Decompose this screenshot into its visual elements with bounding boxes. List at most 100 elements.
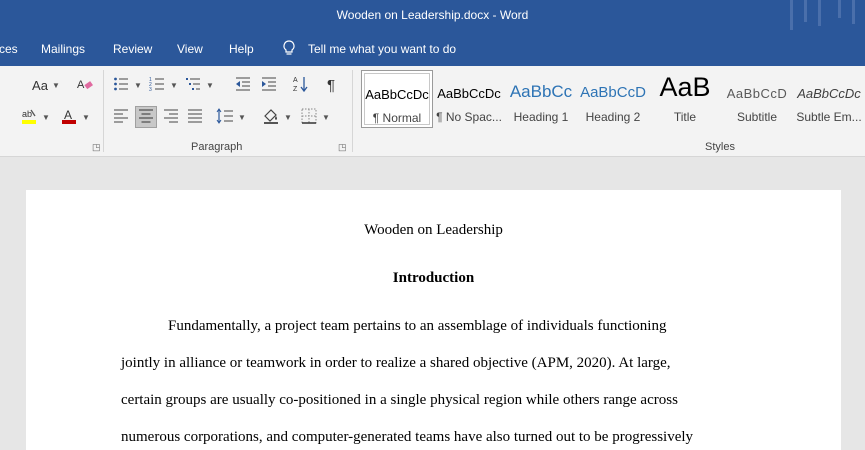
line-spacing-button[interactable] (214, 106, 236, 128)
chevron-down-icon[interactable]: ▼ (206, 81, 214, 90)
style-name: Subtitle (736, 110, 778, 124)
tell-me-search[interactable]: Tell me what you want to do (282, 39, 456, 59)
svg-text:ab: ab (22, 109, 32, 119)
styles-group-label: Styles (705, 141, 735, 153)
eraser-icon: A (77, 76, 93, 95)
chevron-down-icon[interactable]: ▼ (284, 113, 292, 122)
svg-text:A: A (64, 108, 72, 122)
decrease-indent-icon (235, 76, 251, 95)
align-center-icon (138, 109, 154, 126)
style-title[interactable]: AaB Title (649, 70, 721, 128)
numbered-list-icon: 123 (149, 76, 165, 95)
chevron-down-icon[interactable]: ▼ (82, 113, 90, 122)
style-preview: AaBbCcDc (365, 87, 429, 102)
style-heading-2[interactable]: AaBbCcD Heading 2 (577, 70, 649, 128)
document-title: Wooden on Leadership (364, 222, 503, 238)
tab-help[interactable]: Help (229, 42, 254, 56)
style-subtle-emphasis[interactable]: AaBbCcDc Subtle Em... (793, 70, 865, 128)
align-left-button[interactable] (110, 106, 132, 128)
justify-icon (187, 109, 203, 126)
shading-button[interactable] (260, 106, 282, 128)
chevron-down-icon[interactable]: ▼ (238, 113, 246, 122)
style-preview: AaB (659, 72, 711, 102)
style-name: Heading 2 (585, 110, 641, 124)
ribbon-tabs: ces Mailings Review View Help Tell me wh… (0, 32, 865, 66)
bullet-list-icon (113, 76, 129, 95)
align-right-button[interactable] (160, 106, 182, 128)
font-color-button[interactable]: A (58, 106, 80, 128)
font-color-icon: A (60, 107, 78, 128)
style-preview: AaBbCcDc (797, 86, 861, 101)
align-left-icon (113, 109, 129, 126)
title-bar-decoration (790, 0, 793, 30)
increase-indent-button[interactable] (258, 74, 280, 96)
tab-view[interactable]: View (177, 42, 203, 56)
title-bar: Wooden on Leadership.docx - Word (0, 0, 865, 32)
font-dialog-launcher-icon[interactable]: ◳ (92, 142, 101, 153)
decrease-indent-button[interactable] (232, 74, 254, 96)
style-heading-1[interactable]: AaBbCc Heading 1 (505, 70, 577, 128)
sort-button[interactable]: AZ (290, 74, 312, 96)
borders-button[interactable] (298, 106, 320, 128)
window-title: Wooden on Leadership.docx - Word (336, 8, 529, 22)
style-name: Subtle Em... (796, 110, 862, 124)
highlighter-icon: ab (20, 107, 38, 128)
justify-button[interactable] (184, 106, 206, 128)
show-formatting-marks-button[interactable]: ¶ (320, 74, 342, 96)
document-heading: Introduction (392, 270, 475, 286)
bullets-button[interactable] (110, 74, 132, 96)
paint-bucket-icon (262, 107, 280, 128)
style-normal[interactable]: AaBbCcDc ¶ Normal (361, 70, 433, 128)
chevron-down-icon[interactable]: ▼ (134, 81, 142, 90)
paragraph-line: Fundamentally, a project team pertains t… (168, 318, 667, 334)
chevron-down-icon[interactable]: ▼ (170, 81, 178, 90)
center-button[interactable] (135, 106, 157, 128)
title-bar-decoration (804, 0, 807, 22)
clear-formatting-button[interactable]: A (74, 74, 96, 96)
title-bar-decoration (838, 0, 841, 18)
style-name: Title (673, 110, 697, 124)
group-separator (103, 70, 104, 152)
style-name: Heading 1 (513, 110, 569, 124)
pilcrow-icon: ¶ (326, 76, 336, 94)
group-separator (352, 70, 353, 152)
sort-icon: AZ (293, 75, 309, 96)
lightbulb-icon (282, 39, 296, 59)
style-preview: AaBbCcD (726, 86, 788, 101)
numbering-button[interactable]: 123 (146, 74, 168, 96)
title-bar-decoration (818, 0, 821, 26)
increase-indent-icon (261, 76, 277, 95)
paragraph-line: jointly in alliance or teamwork in order… (121, 355, 671, 371)
chevron-down-icon[interactable]: ▼ (52, 81, 60, 90)
tab-mailings[interactable]: Mailings (41, 42, 85, 56)
style-name: ¶ No Spac... (436, 110, 502, 124)
svg-text:Z: Z (293, 86, 298, 93)
svg-text:A: A (293, 77, 298, 84)
svg-text:3: 3 (149, 87, 152, 92)
title-bar-decoration (852, 0, 855, 24)
chevron-down-icon[interactable]: ▼ (42, 113, 50, 122)
style-preview: AaBbCc (509, 82, 573, 101)
style-subtitle[interactable]: AaBbCcD Subtitle (721, 70, 793, 128)
svg-text:A: A (77, 79, 85, 91)
style-no-spacing[interactable]: AaBbCcDc ¶ No Spac... (433, 70, 505, 128)
paragraph-group-label: Paragraph (191, 141, 243, 153)
borders-icon (301, 108, 317, 127)
chevron-down-icon[interactable]: ▼ (322, 113, 330, 122)
ribbon: Aa ▼ A ab ▼ A ▼ ▼ 123 ▼ ▼ A Z ¶ ▼ ▼ ▼ Pa… (0, 66, 865, 157)
style-preview: AaBbCcD (580, 84, 646, 101)
tell-me-text: Tell me what you want to do (308, 42, 457, 56)
style-name: ¶ Normal (372, 111, 422, 125)
tab-review[interactable]: Review (113, 42, 152, 56)
multilevel-list-button[interactable] (182, 74, 204, 96)
multilevel-list-icon (185, 76, 201, 95)
text-highlight-button[interactable]: ab (18, 106, 40, 128)
document-page[interactable]: Wooden on Leadership Introduction Fundam… (26, 190, 841, 450)
paragraph-line: numerous corporations, and computer-gene… (121, 429, 694, 445)
line-spacing-icon (216, 107, 234, 127)
change-case-button[interactable]: Aa (30, 74, 50, 96)
paragraph-line: certain groups are usually co-positioned… (121, 392, 678, 408)
paragraph-dialog-launcher-icon[interactable]: ◳ (338, 142, 347, 153)
tab-references[interactable]: ces (0, 42, 18, 56)
style-preview: AaBbCcDc (437, 86, 501, 101)
